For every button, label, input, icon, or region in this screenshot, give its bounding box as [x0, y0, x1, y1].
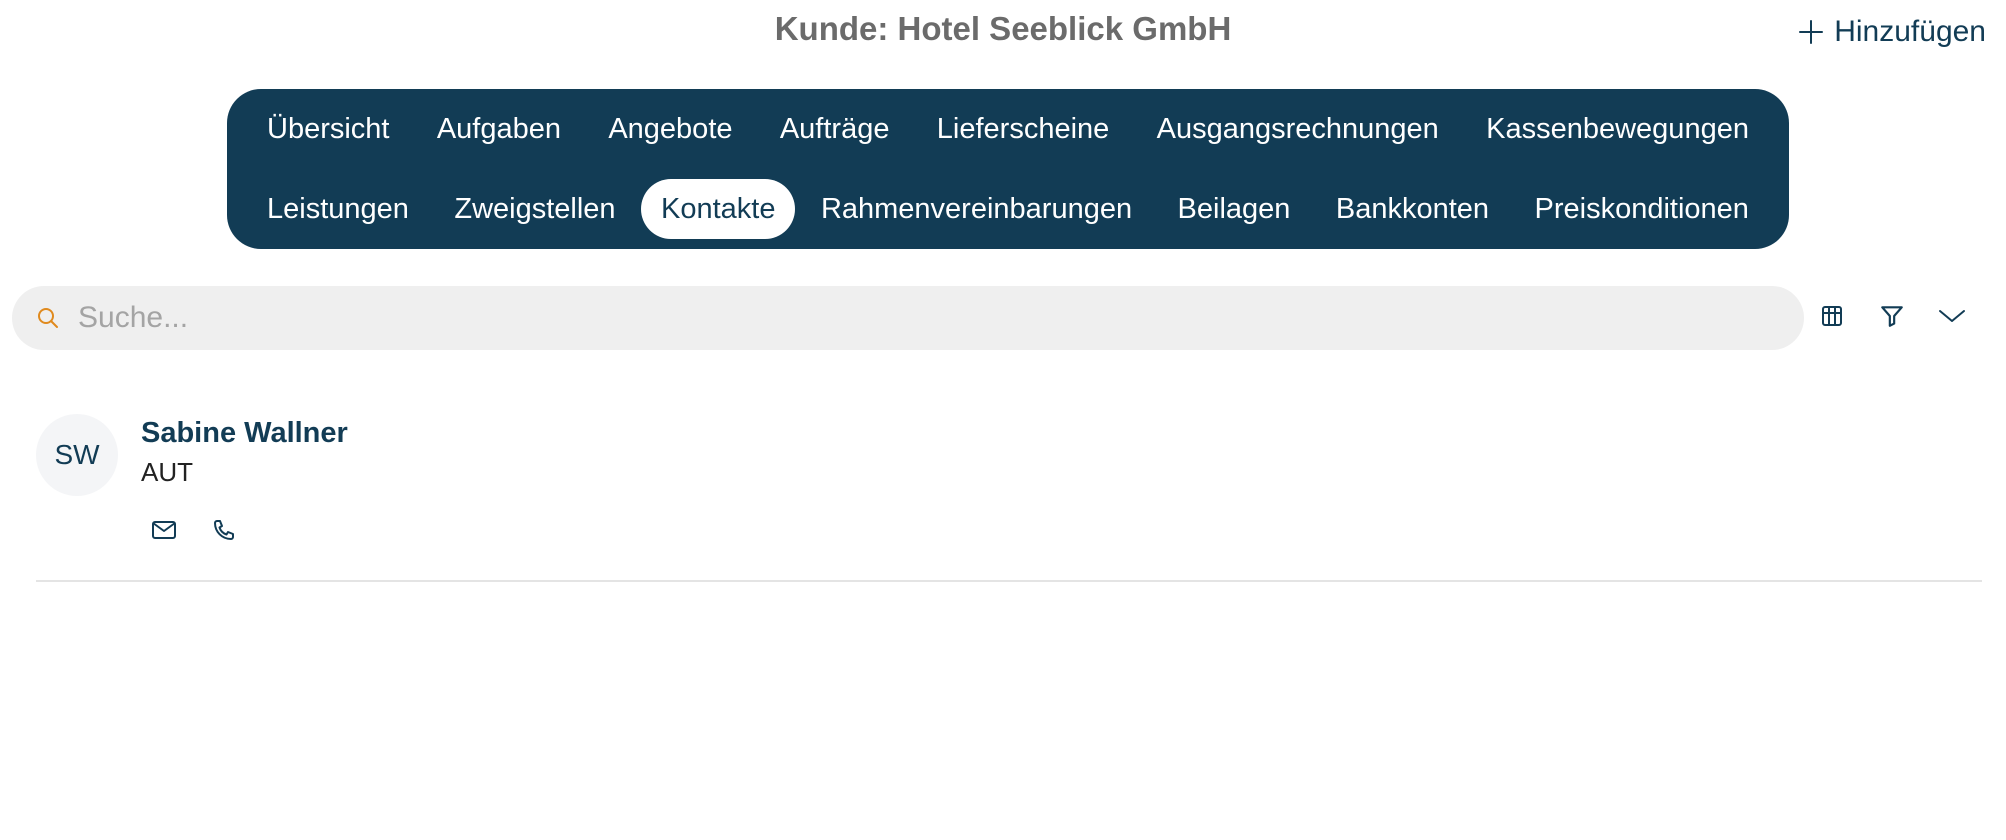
expand-toggle-button[interactable] [1932, 298, 1972, 338]
avatar: SW [36, 414, 118, 496]
tab-aufgaben[interactable]: Aufgaben [417, 99, 581, 159]
chevron-down-icon [1937, 306, 1967, 331]
search-input[interactable] [76, 287, 1680, 349]
filter-icon [1879, 303, 1905, 334]
contact-name[interactable]: Sabine Wallner [141, 414, 348, 452]
tab-rahmenvereinbarungen[interactable]: Rahmenvereinbarungen [801, 179, 1152, 239]
page-title: Kunde: Hotel Seeblick GmbH [774, 10, 1232, 47]
tab-kontakte[interactable]: Kontakte [641, 179, 796, 239]
tab-row-2: Leistungen Zweigstellen Kontakte Rahmenv… [247, 179, 1769, 239]
plus-icon [1798, 19, 1824, 45]
tab-angebote[interactable]: Angebote [588, 99, 752, 159]
filter-button[interactable] [1872, 298, 1912, 338]
tab-ausgangsrechnungen[interactable]: Ausgangsrechnungen [1137, 99, 1459, 159]
tab-row-1: Übersicht Aufgaben Angebote Aufträge Lie… [247, 99, 1769, 159]
add-button-label: Hinzufügen [1834, 15, 1986, 48]
tab-uebersicht[interactable]: Übersicht [247, 99, 410, 159]
mail-icon [151, 519, 177, 546]
table-columns-icon [1820, 304, 1844, 333]
phone-button[interactable] [206, 514, 242, 550]
phone-icon [212, 518, 236, 547]
tab-kassenbewegungen[interactable]: Kassenbewegungen [1466, 99, 1769, 159]
tab-auftraege[interactable]: Aufträge [760, 99, 910, 159]
table-columns-button[interactable] [1812, 298, 1852, 338]
tab-bankkonten[interactable]: Bankkonten [1316, 179, 1509, 239]
contacts-page: Kunde: Hotel Seeblick GmbH Hinzufügen Üb… [0, 0, 2006, 840]
search-icon [36, 306, 60, 330]
search-bar [12, 286, 1804, 350]
tab-preiskonditionen[interactable]: Preiskonditionen [1515, 179, 1769, 239]
tab-navigation: Übersicht Aufgaben Angebote Aufträge Lie… [227, 89, 1789, 249]
email-button[interactable] [146, 514, 182, 550]
contact-country: AUT [141, 457, 193, 487]
tab-beilagen[interactable]: Beilagen [1158, 179, 1311, 239]
tab-zweigstellen[interactable]: Zweigstellen [434, 179, 635, 239]
add-button[interactable]: Hinzufügen [1798, 12, 1986, 52]
tab-leistungen[interactable]: Leistungen [247, 179, 429, 239]
contact-list-item[interactable]: SW Sabine Wallner AUT [36, 410, 1982, 582]
tab-lieferscheine[interactable]: Lieferscheine [917, 99, 1130, 159]
